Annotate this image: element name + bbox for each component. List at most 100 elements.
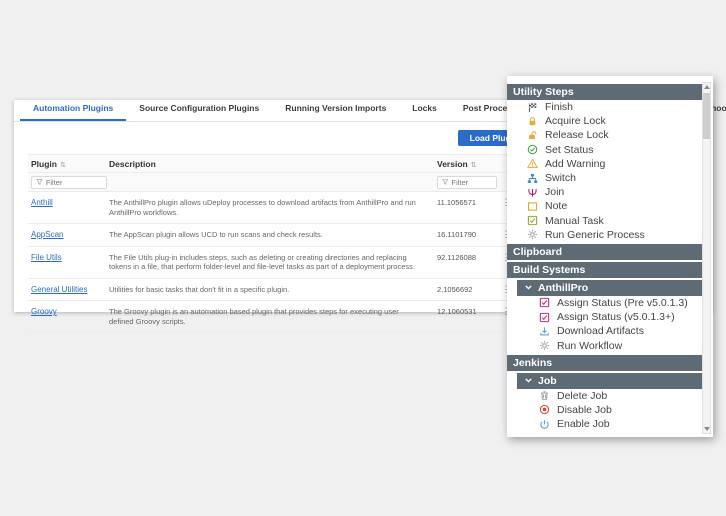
- step-item-add-warning[interactable]: Add Warning: [507, 157, 703, 171]
- gear-icon: [539, 340, 550, 351]
- plugin-column-label: Plugin: [31, 159, 57, 169]
- plugin-description: Utilities for basic tasks that don't fit…: [109, 285, 289, 294]
- filter-funnel-icon: [36, 178, 43, 186]
- step-item-release-lock[interactable]: Release Lock: [507, 128, 703, 142]
- filter-funnel-icon: [442, 178, 448, 186]
- description-column-label: Description: [109, 159, 156, 169]
- step-item-label: Release Lock: [545, 129, 609, 141]
- chevron-down-icon: [524, 376, 533, 385]
- step-item-acquire-lock[interactable]: Acquire Lock: [507, 114, 703, 128]
- plugin-version: 2.1056692: [437, 285, 472, 294]
- table-row: General Utilities Utilities for basic tas…: [28, 279, 528, 302]
- step-item-label: Assign Status (Pre v5.0.1.3): [557, 297, 688, 309]
- sort-icon[interactable]: ⇅: [471, 162, 477, 169]
- checkbox-icon: [539, 312, 550, 323]
- step-item-run-generic-process[interactable]: Run Generic Process: [507, 228, 703, 242]
- plugin-link[interactable]: General Utilities: [31, 285, 87, 294]
- panel-section-header-clipboard: Clipboard: [507, 244, 703, 260]
- step-item-finish[interactable]: Finish: [507, 100, 703, 114]
- step-item-label: Set Status: [545, 144, 593, 156]
- step-item-run-workflow[interactable]: Run Workflow: [507, 338, 703, 352]
- chevron-down-icon: [524, 283, 533, 292]
- panel-section-header-utility-steps: Utility Steps: [507, 84, 703, 100]
- plugin-description: The Groovy plugin is an automation based…: [109, 307, 399, 326]
- trash-icon: [539, 390, 550, 401]
- panel-group-label: Job: [538, 375, 557, 387]
- step-item-enable-job[interactable]: Enable Job: [507, 417, 703, 431]
- plugin-link[interactable]: File Utils: [31, 253, 62, 262]
- power-icon: [539, 419, 550, 430]
- version-filter-field[interactable]: [437, 176, 497, 189]
- panel-section-header-build-systems: Build Systems: [507, 262, 703, 278]
- plugin-link[interactable]: AppScan: [31, 230, 63, 239]
- plugin-description: The File Utils plug-in includes steps, s…: [109, 253, 415, 272]
- step-item-set-status[interactable]: Set Status: [507, 143, 703, 157]
- plugin-link[interactable]: Groovy: [31, 307, 57, 316]
- version-column-label: Version: [437, 159, 468, 169]
- warning-triangle-icon: [527, 158, 538, 169]
- steps-palette-panel: Utility StepsFinishAcquire Lock Release L…: [507, 76, 713, 437]
- scroll-up-arrow-icon[interactable]: [703, 83, 710, 91]
- step-item-delete-job[interactable]: Delete Job: [507, 389, 703, 403]
- step-item-label: Disable Job: [557, 404, 612, 416]
- tab-locks[interactable]: Locks: [399, 98, 450, 121]
- version-filter-input[interactable]: [451, 178, 492, 187]
- table-filter-row: [28, 173, 528, 192]
- step-item-label: Manual Task: [545, 215, 604, 227]
- circle-check-icon: [527, 144, 538, 155]
- step-item-label: Delete Job: [557, 390, 607, 402]
- step-item-manual-task[interactable]: Manual Task: [507, 214, 703, 228]
- table-row: File Utils The File Utils plug-in include…: [28, 247, 528, 279]
- description-column-header: Description: [109, 159, 437, 169]
- lock-closed-icon: [527, 116, 538, 127]
- table-body: Anthill The AnthillPro plugin allows uDep…: [28, 192, 528, 333]
- tab-source-configuration-plugins[interactable]: Source Configuration Plugins: [126, 98, 272, 121]
- plugin-link[interactable]: Anthill: [31, 198, 53, 207]
- gear-icon: [527, 229, 538, 240]
- step-item-assign-status-pre-v5-0-1-3[interactable]: Assign Status (Pre v5.0.1.3): [507, 296, 703, 310]
- plugin-filter-input[interactable]: [46, 178, 102, 187]
- step-item-label: Enable Job: [557, 418, 610, 430]
- step-item-label: Assign Status (v5.0.1.3+): [557, 311, 675, 323]
- step-item-note[interactable]: Note: [507, 199, 703, 213]
- table-row: Groovy The Groovy plugin is an automation…: [28, 301, 528, 333]
- plugin-version: 92.1126088: [437, 253, 476, 262]
- step-item-label: Add Warning: [545, 158, 605, 170]
- step-item-label: Acquire Lock: [545, 115, 606, 127]
- step-item-assign-status-v5-0-1-3[interactable]: Assign Status (v5.0.1.3+): [507, 310, 703, 324]
- plugin-version: 11.1056571: [437, 198, 476, 207]
- plugin-version: 16.1101790: [437, 230, 476, 239]
- checkbox-icon: [539, 297, 550, 308]
- panel-scrollbar[interactable]: [702, 82, 711, 434]
- lock-open-icon: [527, 130, 538, 141]
- step-item-disable-job[interactable]: Disable Job: [507, 403, 703, 417]
- panel-group-job[interactable]: Job: [517, 373, 703, 389]
- scroll-down-arrow-icon[interactable]: [703, 425, 710, 433]
- step-item-switch[interactable]: Switch: [507, 171, 703, 185]
- checkbox-icon: [527, 215, 538, 226]
- scrollbar-thumb[interactable]: [703, 93, 710, 139]
- plugin-version: 12.1060531: [437, 307, 477, 316]
- step-item-label: Run Workflow: [557, 340, 622, 352]
- note-icon: [527, 201, 538, 212]
- record-icon: [539, 404, 550, 415]
- flag-checkered-icon: [527, 102, 538, 113]
- tab-running-version-imports[interactable]: Running Version Imports: [272, 98, 399, 121]
- plugin-description: The AnthillPro plugin allows uDeploy pro…: [109, 198, 416, 217]
- sort-icon[interactable]: ⇅: [60, 162, 66, 169]
- plugin-column-header[interactable]: Plugin⇅: [28, 159, 109, 169]
- version-column-header[interactable]: Version⇅: [437, 159, 499, 169]
- step-item-label: Join: [545, 186, 564, 198]
- table-header-row: Plugin⇅ Description Version⇅: [28, 154, 528, 173]
- step-item-label: Run Generic Process: [545, 229, 645, 241]
- join-icon: [527, 187, 538, 198]
- step-item-join[interactable]: Join: [507, 185, 703, 199]
- step-item-download-artifacts[interactable]: Download Artifacts: [507, 324, 703, 338]
- tab-automation-plugins[interactable]: Automation Plugins: [20, 98, 126, 121]
- panel-group-label: AnthillPro: [538, 282, 588, 294]
- panel-group-anthillpro[interactable]: AnthillPro: [517, 280, 703, 296]
- plugin-filter-field[interactable]: [31, 176, 107, 189]
- table-row: Anthill The AnthillPro plugin allows uDep…: [28, 192, 528, 224]
- step-item-label: Note: [545, 200, 567, 212]
- download-icon: [539, 326, 550, 337]
